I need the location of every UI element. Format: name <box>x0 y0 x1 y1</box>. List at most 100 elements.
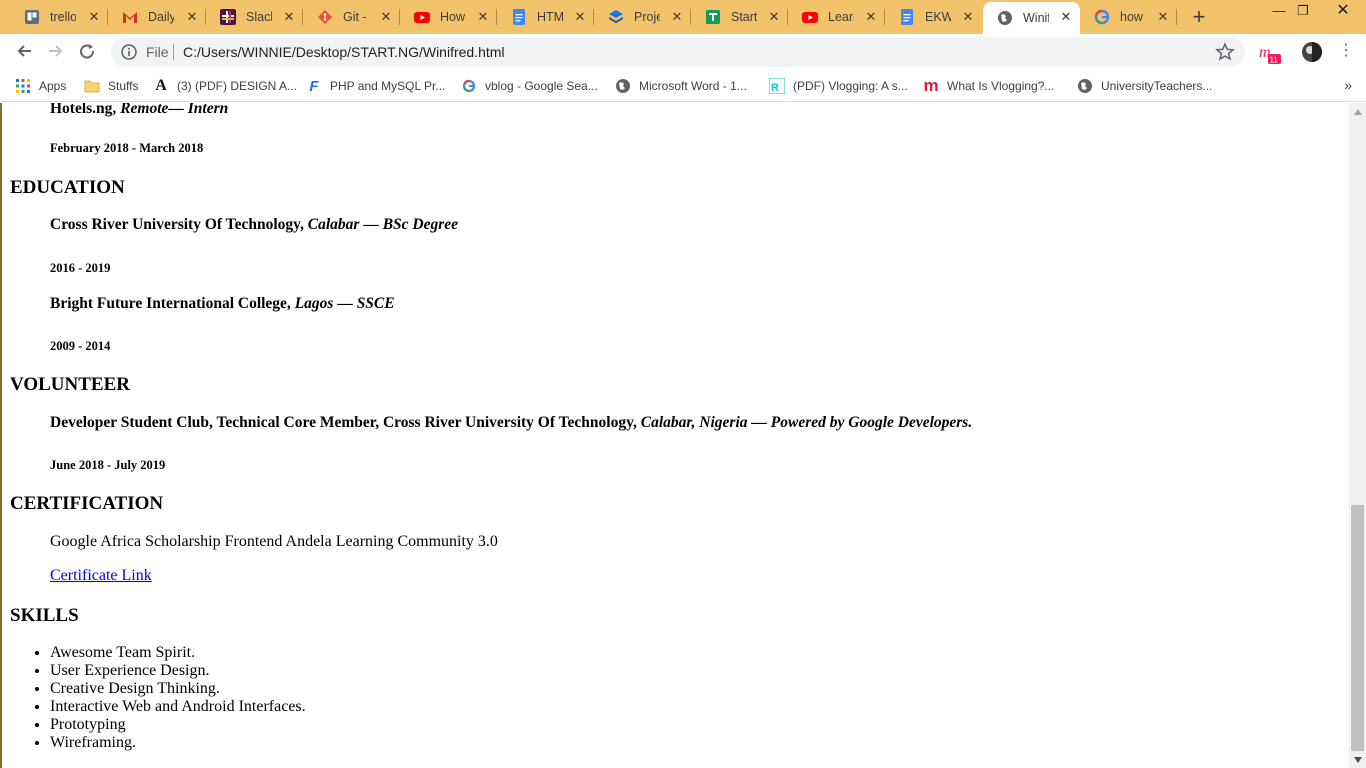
extension-badge-icon[interactable]: m 11 <box>1258 42 1282 66</box>
close-icon[interactable]: ✕ <box>86 9 102 25</box>
sheets-icon <box>705 9 721 25</box>
education-entry-title: Cross River University Of Technology, Ca… <box>50 216 458 234</box>
education-heading: EDUCATION <box>10 177 125 198</box>
window-close-icon[interactable]: ✕ <box>1320 0 1366 24</box>
skills-list: Awesome Team Spirit. User Experience Des… <box>10 644 306 752</box>
close-icon[interactable]: ✕ <box>669 9 685 25</box>
bookmark-microsoft-word[interactable]: Microsoft Word - 1... <box>615 76 747 96</box>
tab-project[interactable]: Project ✕ <box>594 0 691 34</box>
tab-google-search[interactable]: how do ✕ <box>1080 0 1177 34</box>
education-org: Cross River University Of Technology, <box>50 216 304 233</box>
bookmark-star-icon[interactable] <box>1215 42 1235 62</box>
bookmark-label: UniversityTeachers... <box>1101 79 1213 93</box>
volunteer-org: Developer Student Club, Technical Core M… <box>50 414 637 431</box>
google-icon <box>461 78 477 94</box>
bookmark-label: Apps <box>39 79 67 93</box>
tab-slack[interactable]: Slack | HNG ✕ <box>206 0 303 34</box>
list-item: Creative Design Thinking. <box>50 680 306 698</box>
apps-grid-icon <box>15 78 31 94</box>
education-org: Bright Future International College, <box>50 295 291 312</box>
bookmark-php-mysql[interactable]: F PHP and MySQL Pr... <box>306 76 445 96</box>
tab-html-doc[interactable]: HTML ✕ <box>497 0 594 34</box>
volunteer-dates: June 2018 - July 2019 <box>50 458 166 472</box>
reload-icon[interactable] <box>74 38 102 66</box>
tab-gmail[interactable]: Daily Updates ✕ <box>108 0 206 34</box>
volunteer-entry-title: Developer Student Club, Technical Core M… <box>50 414 972 432</box>
forward-arrow-icon[interactable] <box>42 38 70 66</box>
list-item: Prototyping <box>50 716 306 734</box>
certificate-link[interactable]: Certificate Link <box>50 567 152 584</box>
close-icon[interactable]: ✕ <box>1155 9 1171 25</box>
tab-startng[interactable]: StartNG ✕ <box>691 0 788 34</box>
bookmark-label: Microsoft Word - 1... <box>639 79 747 93</box>
experience-org: Hotels.ng, <box>50 103 117 117</box>
svg-text:11: 11 <box>1270 56 1279 65</box>
tab-title: Daily Updates <box>148 10 174 24</box>
bookmarks-bar: Apps Stuffs A (3) (PDF) DESIGN A... F PH… <box>0 70 1366 102</box>
page-viewport: Hotels.ng, Remote— Intern February 2018 … <box>0 103 1349 768</box>
close-icon[interactable]: ✕ <box>766 9 782 25</box>
docs-icon <box>511 9 527 25</box>
profile-avatar[interactable] <box>1300 40 1324 64</box>
scroll-down-arrow-icon[interactable] <box>1349 751 1366 768</box>
bookmark-what-is-vlogging[interactable]: m What Is Vlogging?... <box>923 76 1054 96</box>
back-arrow-icon[interactable] <box>10 38 38 66</box>
globe-icon <box>615 78 631 94</box>
tab-git[interactable]: Git - Documentation ✕ <box>303 0 400 34</box>
close-icon[interactable]: ✕ <box>1058 9 1074 25</box>
close-icon[interactable]: ✕ <box>184 9 200 25</box>
close-icon[interactable]: ✕ <box>378 9 394 25</box>
scheme-label: File <box>146 44 169 60</box>
close-icon[interactable]: ✕ <box>960 9 976 25</box>
bookmark-academia[interactable]: A (3) (PDF) DESIGN A... <box>153 76 297 96</box>
info-icon[interactable] <box>121 44 137 60</box>
bookmarks-overflow-icon[interactable]: » <box>1344 77 1352 93</box>
researchgate-icon: R <box>769 78 785 94</box>
address-bar[interactable]: File C:/Users/WINNIE/Desktop/START.NG/Wi… <box>111 37 1245 67</box>
tab-title: how do <box>1120 10 1146 24</box>
tab-youtube-learn[interactable]: Learn ✕ <box>788 0 885 34</box>
education-dates: 2009 - 2014 <box>50 339 111 353</box>
bookmark-label: PHP and MySQL Pr... <box>330 79 446 93</box>
menu-kebab-icon[interactable]: ⋮ <box>1334 40 1358 64</box>
close-icon[interactable]: ✕ <box>475 9 491 25</box>
new-tab-plus-icon[interactable]: + <box>1188 6 1210 28</box>
volunteer-heading: VOLUNTEER <box>10 374 130 395</box>
tab-winifred-active[interactable]: Winifred ✕ <box>983 2 1080 34</box>
tab-youtube-how-to[interactable]: How to ✕ <box>400 0 497 34</box>
folder-icon <box>84 78 100 94</box>
education-dates: 2016 - 2019 <box>50 261 111 275</box>
bookmark-label: vblog - Google Sea... <box>485 79 598 93</box>
tab-title: Git - Documentation <box>343 10 369 24</box>
slack-icon <box>220 9 236 25</box>
certificate-link-wrap: Certificate Link <box>50 567 152 585</box>
close-icon[interactable]: ✕ <box>572 9 588 25</box>
tab-title: EKWU <box>925 10 951 24</box>
skills-heading: SKILLS <box>10 605 79 626</box>
certification-text: Google Africa Scholarship Frontend Andel… <box>50 533 498 550</box>
bookmark-folder-stuffs[interactable]: Stuffs <box>84 76 138 96</box>
bookmark-vblog-search[interactable]: vblog - Google Sea... <box>461 76 598 96</box>
git-icon <box>317 9 333 25</box>
close-icon[interactable]: ✕ <box>281 9 297 25</box>
scrollbar-thumb[interactable] <box>1351 505 1364 751</box>
list-item: Wireframing. <box>50 734 306 752</box>
academia-icon: A <box>155 77 167 94</box>
bookmark-pdf-vlogging[interactable]: R (PDF) Vlogging: A s... <box>769 76 908 96</box>
volunteer-detail: Calabar, Nigeria — Powered by Google Dev… <box>636 414 973 431</box>
tab-title: Project <box>634 10 660 24</box>
tab-title: Winifred <box>1023 11 1049 25</box>
list-item: Awesome Team Spirit. <box>50 644 306 662</box>
bookmark-apps[interactable]: Apps <box>15 76 66 96</box>
scroll-up-arrow-icon[interactable] <box>1349 103 1366 120</box>
tab-trello[interactable]: trello.com ✕ <box>10 0 108 34</box>
url-text[interactable]: C:/Users/WINNIE/Desktop/START.NG/Winifre… <box>183 44 505 60</box>
globe-icon <box>1077 78 1093 94</box>
f-icon: F <box>309 77 319 95</box>
page-scrollbar[interactable] <box>1349 103 1366 768</box>
trello-icon <box>24 9 40 25</box>
bookmark-university-teachers[interactable]: UniversityTeachers... <box>1077 76 1212 96</box>
tab-title: StartNG <box>731 10 757 24</box>
close-icon[interactable]: ✕ <box>863 9 879 25</box>
tab-ekwu-doc[interactable]: EKWU ✕ <box>885 0 982 34</box>
